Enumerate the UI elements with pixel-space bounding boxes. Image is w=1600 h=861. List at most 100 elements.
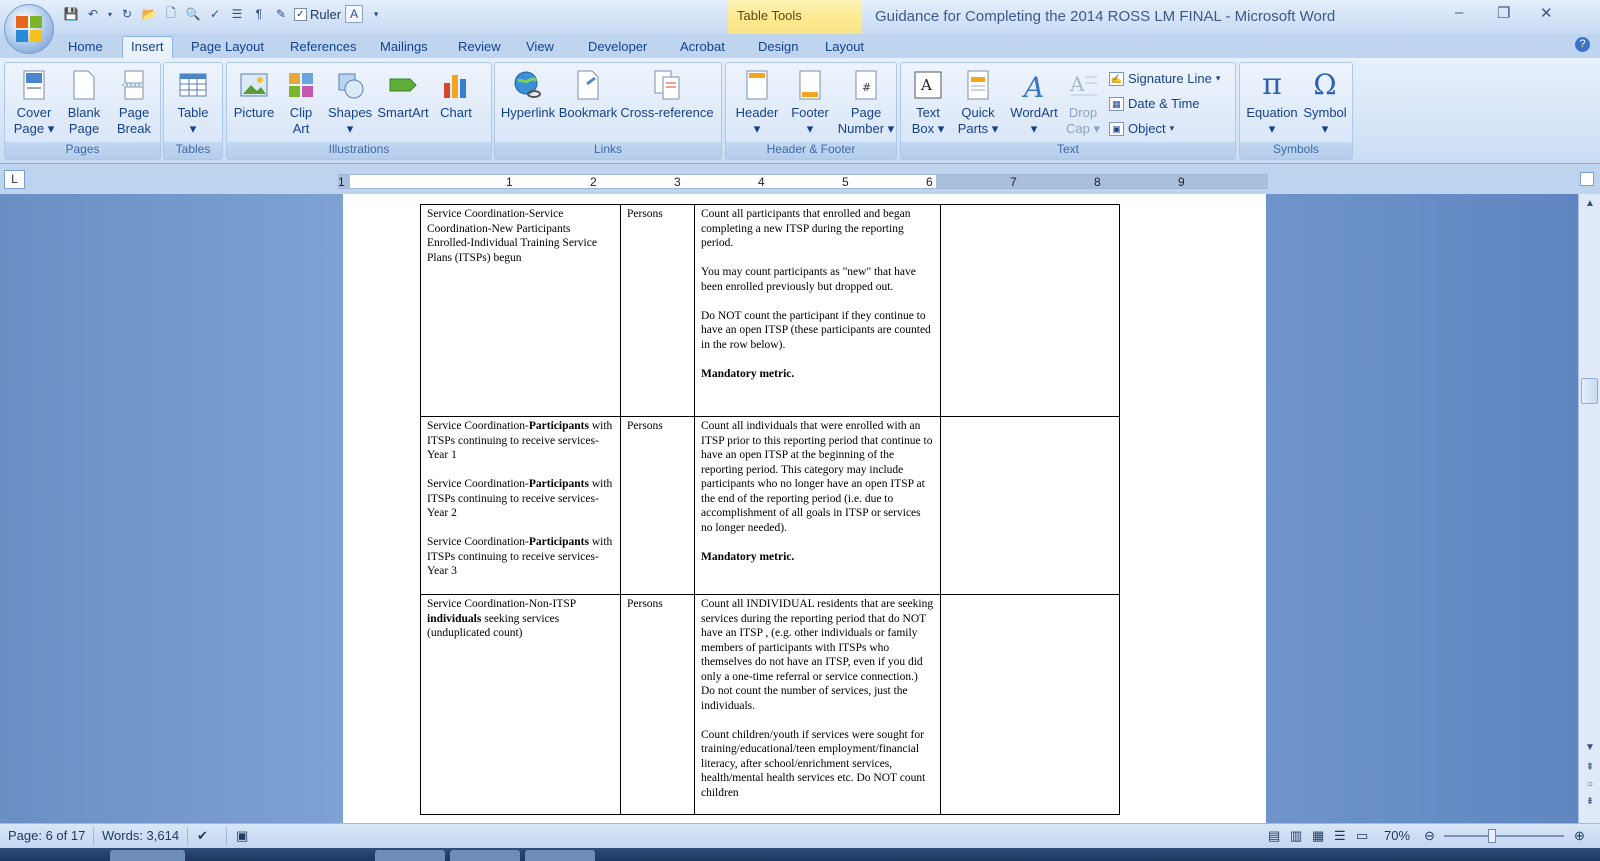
restore-icon[interactable]: ❐ bbox=[1497, 4, 1510, 22]
redo-icon[interactable]: ↻ bbox=[118, 5, 136, 23]
chart-button[interactable]: Chart bbox=[433, 69, 479, 121]
undo-dropdown-icon[interactable]: ▾ bbox=[106, 5, 114, 23]
tab-acrobat[interactable]: Acrobat bbox=[672, 37, 733, 56]
page-break-button[interactable]: Page Break bbox=[111, 69, 157, 137]
tab-view[interactable]: View bbox=[518, 37, 562, 56]
office-button[interactable] bbox=[4, 4, 54, 54]
browse-object-icon[interactable]: ○ bbox=[1583, 779, 1597, 793]
scroll-up-icon[interactable]: ▲ bbox=[1583, 198, 1597, 212]
taskbar-item[interactable] bbox=[525, 850, 595, 861]
zoom-slider-track[interactable] bbox=[1444, 835, 1564, 837]
ruler-checkbox[interactable]: ✓ bbox=[294, 7, 307, 21]
tab-selector-button[interactable]: L bbox=[4, 170, 25, 189]
zoom-out-icon[interactable]: ⊖ bbox=[1424, 828, 1435, 844]
previous-page-icon[interactable]: ⇞ bbox=[1583, 762, 1597, 776]
hyperlink-button[interactable]: Hyperlink bbox=[499, 69, 557, 121]
header-button[interactable]: Header ▾ bbox=[730, 69, 784, 137]
tab-page-layout[interactable]: Page Layout bbox=[183, 37, 272, 56]
customize-qat-icon[interactable]: ▾ bbox=[367, 5, 385, 23]
group-label-pages: Pages bbox=[5, 142, 160, 159]
next-page-icon[interactable]: ⇟ bbox=[1583, 796, 1597, 810]
zoom-level[interactable]: 70% bbox=[1384, 828, 1410, 843]
object-icon: ▣ bbox=[1109, 121, 1124, 136]
scroll-down-icon[interactable]: ▼ bbox=[1583, 742, 1597, 756]
zoom-slider-thumb[interactable] bbox=[1488, 829, 1496, 843]
page-count[interactable]: Page: 6 of 17 bbox=[8, 828, 85, 843]
taskbar-item[interactable] bbox=[110, 850, 185, 861]
footer-button[interactable]: Footer ▾ bbox=[784, 69, 836, 137]
format-painter-icon[interactable]: ✎ bbox=[272, 5, 290, 23]
print-layout-view-icon[interactable]: ▤ bbox=[1268, 828, 1280, 844]
metric-name-cell[interactable]: Service Coordination-Participants with I… bbox=[420, 416, 621, 595]
tab-review[interactable]: Review bbox=[450, 37, 509, 56]
taskbar-item[interactable] bbox=[450, 850, 520, 861]
smartart-button[interactable]: SmartArt bbox=[375, 69, 431, 121]
metric-name-cell[interactable]: Service Coordination-Service Coordinatio… bbox=[420, 204, 621, 417]
macro-record-icon[interactable]: ▣ bbox=[236, 828, 248, 844]
unit-cell[interactable]: Persons bbox=[620, 594, 695, 815]
close-icon[interactable]: ✕ bbox=[1540, 4, 1553, 22]
bookmark-button[interactable]: Bookmark bbox=[557, 69, 619, 121]
shapes-button[interactable]: Shapes ▾ bbox=[325, 69, 375, 137]
description-cell[interactable]: Count all INDIVIDUAL residents that are … bbox=[694, 594, 941, 815]
ruler-right-margin bbox=[936, 175, 1268, 188]
tab-developer[interactable]: Developer bbox=[580, 37, 655, 56]
metric-name-cell[interactable]: Service Coordination-Non-ITSP individual… bbox=[420, 594, 621, 815]
word-count[interactable]: Words: 3,614 bbox=[102, 828, 179, 843]
tab-references[interactable]: References bbox=[282, 37, 364, 56]
spelling-icon[interactable]: ✓ bbox=[206, 5, 224, 23]
full-screen-reading-icon[interactable]: ▥ bbox=[1290, 828, 1302, 844]
draft-view-icon[interactable]: ▭ bbox=[1356, 828, 1368, 844]
wordart-button[interactable]: A WordArt ▾ bbox=[1005, 69, 1063, 137]
signature-line-button[interactable]: ✍ Signature Line ▾ bbox=[1109, 71, 1220, 86]
minimize-icon[interactable]: – bbox=[1455, 4, 1463, 21]
notes-cell[interactable] bbox=[940, 594, 1120, 815]
group-label-illustrations: Illustrations bbox=[227, 142, 491, 159]
styles-icon[interactable]: A bbox=[345, 5, 364, 23]
table-button[interactable]: Table ▾ bbox=[170, 69, 216, 137]
blank-page-icon bbox=[68, 69, 100, 101]
zoom-in-icon[interactable]: ⊕ bbox=[1574, 828, 1585, 844]
clip-art-button[interactable]: Clip Art bbox=[281, 69, 321, 137]
blank-page-button[interactable]: Blank Page bbox=[61, 69, 107, 137]
scroll-thumb[interactable] bbox=[1581, 378, 1598, 404]
equation-button[interactable]: π Equation ▾ bbox=[1244, 69, 1300, 137]
description-cell[interactable]: Count all participants that enrolled and… bbox=[694, 204, 941, 417]
picture-button[interactable]: Picture bbox=[231, 69, 277, 121]
paragraph-format-icon[interactable]: ☰ bbox=[228, 5, 246, 23]
save-icon[interactable]: 💾 bbox=[62, 5, 80, 23]
show-marks-icon[interactable]: ¶ bbox=[250, 5, 268, 23]
tab-layout[interactable]: Layout bbox=[817, 37, 872, 56]
tab-design[interactable]: Design bbox=[750, 37, 806, 56]
description-cell[interactable]: Count all individuals that were enrolled… bbox=[694, 416, 941, 595]
ruler-toggle[interactable]: ✓ Ruler bbox=[294, 7, 341, 22]
unit-cell[interactable]: Persons bbox=[620, 416, 695, 595]
date-time-button[interactable]: ▦ Date & Time bbox=[1109, 96, 1200, 111]
print-preview-icon[interactable]: 🔍 bbox=[184, 5, 202, 23]
cross-reference-button[interactable]: Cross-reference bbox=[619, 69, 715, 121]
help-icon[interactable]: ? bbox=[1575, 37, 1590, 52]
object-button[interactable]: ▣ Object ▾ bbox=[1109, 121, 1174, 136]
tab-mailings[interactable]: Mailings bbox=[372, 37, 436, 56]
undo-icon[interactable]: ↶ bbox=[84, 5, 102, 23]
vertical-scrollbar[interactable]: ▲ ▼ ⇞ ○ ⇟ bbox=[1578, 194, 1600, 823]
outline-view-icon[interactable]: ☰ bbox=[1334, 828, 1346, 844]
new-document-icon[interactable]: 🗋 bbox=[162, 5, 180, 23]
notes-cell[interactable] bbox=[940, 204, 1120, 417]
quick-parts-button[interactable]: Quick Parts ▾ bbox=[953, 69, 1003, 137]
page-number-button[interactable]: # Page Number ▾ bbox=[836, 69, 896, 137]
web-layout-icon[interactable]: ▦ bbox=[1312, 828, 1324, 844]
symbol-button[interactable]: Ω Symbol ▾ bbox=[1300, 69, 1350, 137]
view-ruler-icon[interactable] bbox=[1580, 172, 1594, 186]
open-folder-icon[interactable]: 📂 bbox=[140, 5, 158, 23]
tab-home[interactable]: Home bbox=[60, 37, 111, 56]
proofing-icon[interactable]: ✔ bbox=[197, 828, 208, 844]
tab-insert[interactable]: Insert bbox=[122, 36, 173, 58]
cover-page-button[interactable]: Cover Page ▾ bbox=[11, 69, 57, 137]
notes-cell[interactable] bbox=[940, 416, 1120, 595]
horizontal-ruler[interactable]: 1 1 2 3 4 5 6 7 8 9 bbox=[338, 174, 1268, 189]
unit-cell[interactable]: Persons bbox=[620, 204, 695, 417]
taskbar-item[interactable] bbox=[375, 850, 445, 861]
text-box-button[interactable]: A Text Box ▾ bbox=[905, 69, 951, 137]
document-page[interactable]: Service Coordination-Service Coordinatio… bbox=[343, 194, 1266, 823]
